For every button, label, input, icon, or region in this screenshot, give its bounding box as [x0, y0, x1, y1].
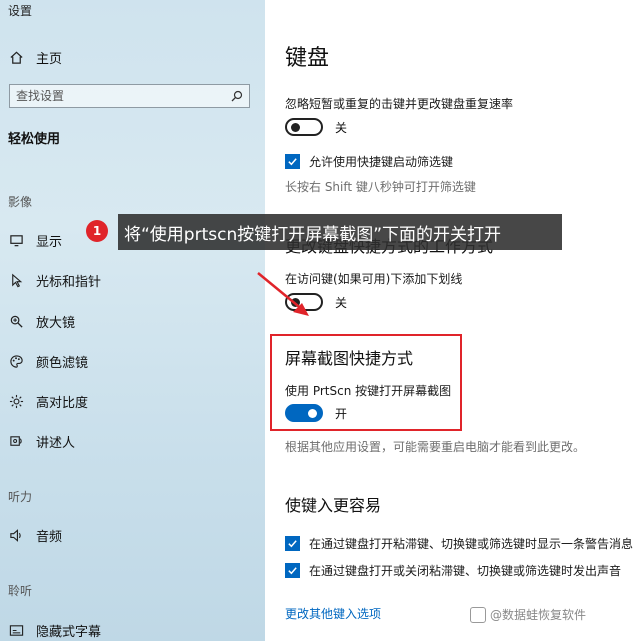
watermark-text: @数据蛙恢复软件: [490, 608, 587, 622]
sound-checkbox-row[interactable]: 在通过键盘打开或关闭粘滞键、切换键或筛选键时发出声音: [285, 562, 621, 579]
search-icon[interactable]: [231, 87, 243, 106]
sidebar-item-label: 高对比度: [36, 396, 89, 411]
filter-keys-description: 忽略短暂或重复的击键并更改键盘重复速率: [285, 97, 514, 111]
checkmark-icon: [288, 567, 297, 575]
brightness-icon: [8, 394, 24, 410]
filter-keys-shortcut-checkbox[interactable]: [285, 154, 300, 169]
sidebar: 设置 主页 轻松使用 影像 显示 光标和指针 放大镜 颜: [0, 0, 265, 641]
prtscn-hint: 根据其他应用设置，可能需要重启电脑才能看到此更改。: [285, 440, 586, 454]
sidebar-item-label: 显示: [36, 235, 63, 250]
sidebar-item-label: 颜色滤镜: [36, 356, 89, 371]
caption-icon: [8, 623, 24, 639]
checkmark-icon: [288, 158, 297, 166]
magnifier-icon: [8, 314, 24, 330]
annotation-arrow-icon: [257, 272, 309, 316]
cursor-icon: [8, 273, 24, 289]
watermark-logo-icon: [470, 606, 486, 623]
filter-keys-toggle[interactable]: [285, 118, 323, 136]
filter-keys-toggle-row: 关: [285, 118, 347, 136]
prtscn-highlight-box: [270, 334, 462, 431]
watermark: @数据蛙恢复软件: [470, 606, 586, 623]
sidebar-item-narrator[interactable]: 讲述人: [8, 432, 75, 451]
sidebar-group-vision: 影像: [8, 195, 33, 209]
sidebar-group-hearing: 听力: [8, 490, 33, 504]
step-badge: 1: [86, 220, 108, 242]
typing-section-heading: 使键入更容易: [285, 496, 382, 515]
search-box[interactable]: [9, 84, 250, 108]
sidebar-item-cursor[interactable]: 光标和指针: [8, 271, 101, 290]
search-input[interactable]: [16, 89, 231, 103]
sidebar-item-audio[interactable]: 音频: [8, 526, 62, 545]
page-title: 键盘: [285, 46, 330, 71]
home-icon: [8, 50, 24, 66]
sidebar-item-captions[interactable]: 隐藏式字幕: [8, 621, 101, 640]
sidebar-item-display[interactable]: 显示: [8, 231, 62, 250]
checkbox-label: 允许使用快捷键启动筛选键: [309, 155, 454, 169]
annotation-text: 将“使用prtscn按键打开屏幕截图”下面的开关打开: [124, 224, 502, 245]
narrator-icon: [8, 434, 24, 450]
warning-message-checkbox-row[interactable]: 在通过键盘打开粘滞键、切换键或筛选键时显示一条警告消息: [285, 535, 633, 552]
sound-checkbox[interactable]: [285, 563, 300, 578]
warning-message-checkbox[interactable]: [285, 536, 300, 551]
window-title: 设置: [8, 4, 33, 18]
main-panel: 键盘 忽略短暂或重复的击键并更改键盘重复速率 关 允许使用快捷键启动筛选键 长按…: [265, 0, 640, 641]
sidebar-section-title: 轻松使用: [8, 132, 61, 147]
sidebar-group-listening: 聆听: [8, 584, 33, 598]
other-typing-options-link[interactable]: 更改其他键入选项: [285, 605, 381, 622]
sidebar-item-label: 放大镜: [36, 316, 76, 331]
sidebar-item-label: 主页: [36, 52, 63, 67]
monitor-icon: [8, 233, 24, 249]
sidebar-item-home[interactable]: 主页: [8, 48, 62, 67]
sidebar-item-label: 音频: [36, 530, 63, 545]
sidebar-item-label: 讲述人: [36, 436, 76, 451]
sidebar-item-label: 隐藏式字幕: [36, 625, 102, 640]
speaker-icon: [8, 528, 24, 544]
palette-icon: [8, 354, 24, 370]
sidebar-item-color-filter[interactable]: 颜色滤镜: [8, 352, 88, 371]
sidebar-item-label: 光标和指针: [36, 275, 102, 290]
sidebar-item-magnifier[interactable]: 放大镜: [8, 312, 75, 331]
checkmark-icon: [288, 540, 297, 548]
annotation-callout: 将“使用prtscn按键打开屏幕截图”下面的开关打开: [118, 214, 562, 250]
checkbox-label: 在通过键盘打开或关闭粘滞键、切换键或筛选键时发出声音: [309, 564, 622, 578]
filter-keys-shortcut-checkbox-row[interactable]: 允许使用快捷键启动筛选键: [285, 153, 453, 170]
checkbox-label: 在通过键盘打开粘滞键、切换键或筛选键时显示一条警告消息: [309, 537, 634, 551]
access-key-toggle-label: 关: [335, 295, 348, 310]
sidebar-item-high-contrast[interactable]: 高对比度: [8, 392, 88, 411]
toggle-knob: [291, 123, 300, 132]
filter-keys-toggle-label: 关: [335, 120, 348, 135]
filter-keys-hint: 长按右 Shift 键八秒钟可打开筛选键: [285, 180, 476, 194]
